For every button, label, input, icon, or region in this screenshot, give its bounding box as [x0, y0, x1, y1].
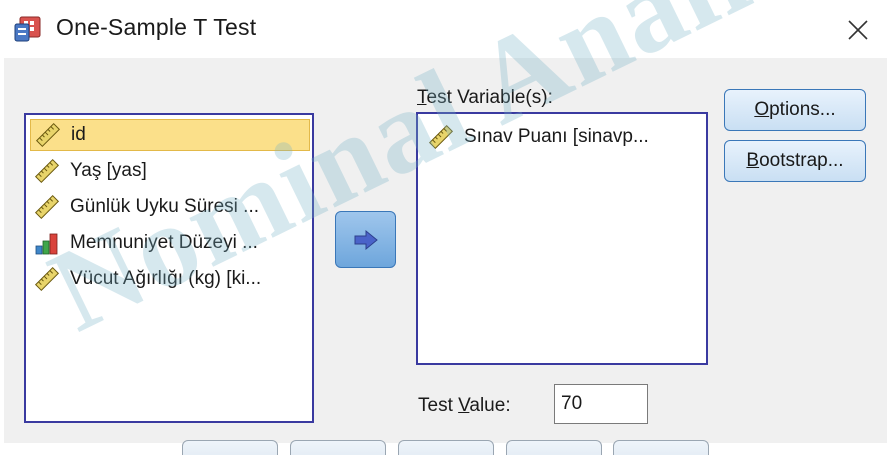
title-bar: One-Sample T Test	[0, 0, 891, 58]
label-text: alue:	[469, 395, 511, 416]
label-text: est Variable(s):	[426, 87, 553, 108]
test-value-input[interactable]	[554, 384, 648, 424]
source-variable-item[interactable]: id	[30, 119, 310, 151]
test-variable-item[interactable]: Sınav Puanı [sinavp...	[424, 122, 700, 152]
source-variable-item[interactable]: Vücut Ağırlığı (kg) [ki...	[30, 263, 310, 295]
move-to-test-variables-button[interactable]	[335, 211, 396, 268]
source-variable-list[interactable]: id Yaş [yas] Günlük Uyku Süresi ... Memn…	[24, 113, 314, 423]
bootstrap-button[interactable]: Bootstrap...	[724, 140, 866, 182]
test-variables-list[interactable]: Sınav Puanı [sinavp...	[416, 112, 708, 365]
move-right-arrow-icon	[354, 229, 378, 250]
close-button[interactable]	[838, 10, 878, 50]
window-title: One-Sample T Test	[56, 14, 257, 40]
spss-dialog-icon	[14, 16, 41, 42]
cancel-button[interactable]	[506, 440, 602, 455]
ordinal-bars-icon	[35, 233, 58, 255]
mnemonic-letter: T	[417, 87, 427, 108]
ok-button[interactable]	[182, 440, 278, 455]
close-icon	[848, 20, 868, 40]
ruler-scale-icon	[34, 158, 60, 184]
mnemonic-letter: B	[746, 150, 760, 171]
ruler-scale-icon	[34, 194, 60, 220]
variable-label: Memnuniyet Düzeyi ...	[70, 232, 258, 253]
ruler-scale-icon	[35, 122, 61, 148]
button-label: ptions...	[769, 99, 836, 120]
test-variables-label: Test Variable(s):	[417, 87, 553, 109]
variable-label: Vücut Ağırlığı (kg) [ki...	[70, 268, 262, 289]
mnemonic-letter: O	[754, 99, 770, 120]
help-button[interactable]	[613, 440, 709, 455]
options-button[interactable]: Options...	[724, 89, 866, 131]
variable-label: Yaş [yas]	[70, 160, 147, 181]
mnemonic-letter: V	[458, 395, 470, 416]
variable-label: id	[71, 124, 86, 145]
variable-label: Sınav Puanı [sinavp...	[464, 126, 649, 147]
reset-button[interactable]	[398, 440, 494, 455]
source-variable-item[interactable]: Memnuniyet Düzeyi ...	[30, 227, 310, 259]
ruler-scale-icon	[34, 266, 60, 292]
test-value-label: Test Value:	[418, 395, 511, 417]
paste-button[interactable]	[290, 440, 386, 455]
label-text: Test	[418, 395, 459, 416]
source-variable-item[interactable]: Günlük Uyku Süresi ...	[30, 191, 310, 223]
ruler-scale-icon	[428, 124, 454, 150]
window-border	[887, 58, 891, 455]
source-variable-item[interactable]: Yaş [yas]	[30, 155, 310, 187]
one-sample-t-test-dialog: One-Sample T Test id Yaş [yas] Günlük Uy…	[0, 0, 891, 455]
button-label: ootstrap...	[759, 150, 844, 171]
variable-label: Günlük Uyku Süresi ...	[70, 196, 260, 217]
